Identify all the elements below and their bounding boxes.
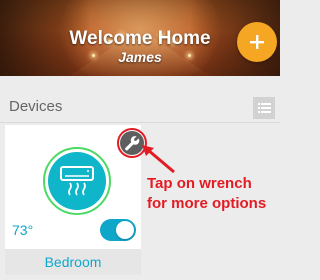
annotation-line-2: for more options	[147, 195, 267, 212]
air-conditioner-icon	[60, 166, 94, 196]
device-room-label[interactable]: Bedroom	[5, 249, 141, 275]
device-icon-badge	[48, 152, 106, 210]
user-name: James	[118, 49, 162, 65]
device-card[interactable]: 73° Bedroom	[5, 125, 147, 275]
annotation-text: Tap on wrench for more options	[147, 174, 279, 214]
list-icon	[257, 103, 271, 113]
device-icon-ring[interactable]	[43, 147, 111, 215]
callout-arrow-icon	[142, 145, 175, 174]
device-temperature: 73°	[12, 222, 34, 238]
device-power-toggle[interactable]	[100, 219, 136, 241]
plus-icon	[250, 35, 264, 49]
welcome-header: Welcome Home James	[0, 0, 280, 76]
section-divider	[0, 122, 280, 123]
annotation-line-1: Tap on wrench	[147, 175, 252, 192]
toggle-knob	[116, 221, 134, 239]
devices-section-title: Devices	[9, 98, 63, 115]
device-list-menu-button[interactable]	[253, 97, 275, 119]
add-device-button[interactable]	[237, 22, 277, 62]
